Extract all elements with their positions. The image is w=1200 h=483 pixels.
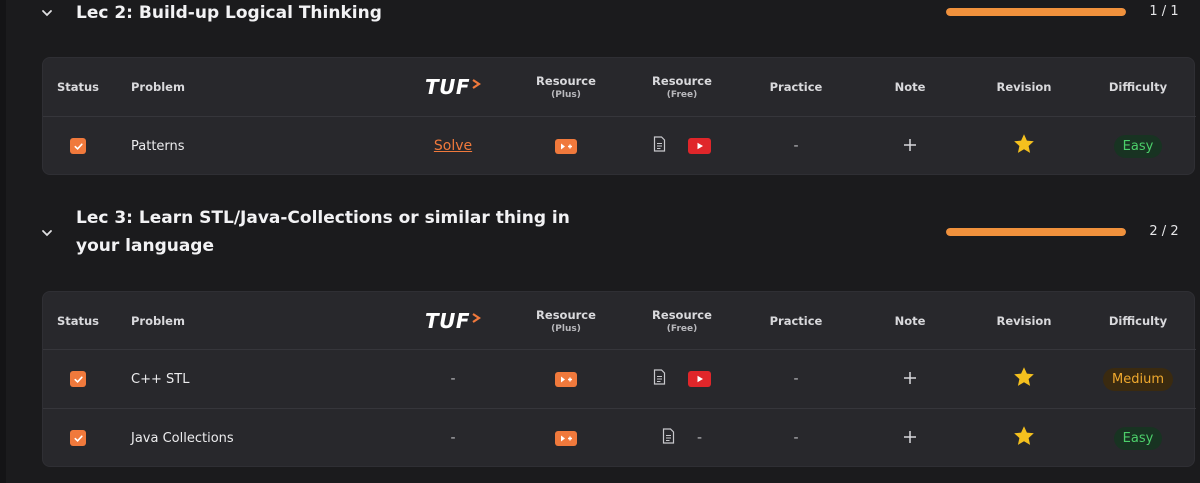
lecture-title: Lec 2: Build-up Logical Thinking: [76, 3, 382, 23]
problem-table-lec2: Status Problem TUF Resource (Plus) Resour…: [42, 57, 1196, 175]
plus-video-icon[interactable]: [555, 430, 577, 446]
column-header-difficulty: Difficulty: [1108, 313, 1168, 328]
progress-count: 2 / 2: [1149, 224, 1179, 239]
youtube-icon[interactable]: [688, 138, 711, 154]
column-header-status: Status: [56, 313, 100, 328]
tuf-logo: TUF: [425, 75, 481, 99]
column-header-note: Note: [894, 313, 926, 328]
column-header-practice: Practice: [769, 313, 823, 328]
table-row: C++ STL - - Medium: [43, 349, 1196, 408]
lecture-title: Lec 3: Learn STL/Java-Collections or sim…: [76, 208, 570, 256]
tuf-value: -: [450, 371, 456, 387]
column-header-status: Status: [56, 80, 100, 94]
solve-link[interactable]: Solve: [434, 138, 472, 154]
article-icon[interactable]: [653, 369, 666, 389]
practice-value: -: [793, 138, 799, 154]
progress-fill: [946, 228, 1126, 236]
practice-value: -: [793, 430, 799, 446]
lecture-header-lec2[interactable]: Lec 2: Build-up Logical Thinking 1 / 1: [0, 0, 1200, 28]
status-checkbox[interactable]: [70, 430, 86, 446]
table-header-row: Status Problem TUF Resource (Plus) Resour…: [43, 292, 1196, 349]
difficulty-badge: Medium: [1103, 367, 1173, 391]
column-header-revision: Revision: [996, 313, 1052, 328]
column-header-resource-free: Resource (Free): [652, 307, 712, 334]
table-header-row: Status Problem TUF Resource (Plus) Resour…: [43, 58, 1196, 116]
youtube-value: -: [696, 430, 703, 446]
lecture-header-lec3[interactable]: Lec 3: Learn STL/Java-Collections or sim…: [0, 204, 1200, 260]
column-header-revision: Revision: [996, 80, 1052, 94]
problem-table-lec3: Status Problem TUF Resource (Plus) Resour…: [42, 291, 1196, 467]
progress-bar: [946, 228, 1126, 236]
practice-value: -: [793, 371, 799, 387]
tuf-logo: TUF: [425, 309, 481, 333]
chevron-down-icon[interactable]: [40, 6, 54, 20]
column-header-problem: Problem: [131, 80, 185, 94]
tuf-value: -: [450, 430, 456, 446]
table-row: Patterns Solve - Easy: [43, 116, 1196, 175]
column-header-resource-plus: Resource (Plus): [536, 307, 596, 334]
status-checkbox[interactable]: [70, 371, 86, 387]
difficulty-badge: Easy: [1113, 426, 1163, 450]
problem-name: Patterns: [131, 138, 185, 154]
plus-video-icon[interactable]: [555, 138, 577, 154]
check-icon: [73, 434, 83, 442]
tuf-arrow-icon: [472, 79, 481, 89]
difficulty-badge: Easy: [1113, 134, 1163, 158]
progress-bar: [946, 8, 1126, 16]
column-header-resource-plus: Resource (Plus): [536, 74, 596, 100]
check-icon: [73, 142, 83, 150]
add-note-icon[interactable]: [903, 429, 917, 448]
youtube-icon[interactable]: [688, 371, 711, 387]
problem-name: Java Collections: [131, 430, 234, 446]
progress-count: 1 / 1: [1149, 4, 1179, 19]
column-header-resource-free: Resource (Free): [652, 74, 712, 100]
add-note-icon[interactable]: [903, 370, 917, 389]
star-icon[interactable]: [1012, 132, 1036, 160]
star-icon[interactable]: [1012, 424, 1036, 452]
article-icon[interactable]: [662, 428, 675, 448]
column-header-difficulty: Difficulty: [1108, 80, 1168, 94]
star-icon[interactable]: [1012, 365, 1036, 393]
problem-name: C++ STL: [131, 371, 190, 387]
column-header-practice: Practice: [769, 80, 823, 94]
tuf-arrow-icon: [472, 312, 481, 323]
add-note-icon[interactable]: [903, 137, 917, 156]
column-header-problem: Problem: [131, 313, 185, 328]
table-row: Java Collections - - - Easy: [43, 408, 1196, 467]
plus-video-icon[interactable]: [555, 371, 577, 387]
check-icon: [73, 375, 83, 383]
chevron-down-icon[interactable]: [40, 226, 54, 240]
progress-fill: [946, 8, 1126, 16]
column-header-note: Note: [894, 80, 926, 94]
status-checkbox[interactable]: [70, 138, 86, 154]
article-icon[interactable]: [653, 136, 666, 156]
